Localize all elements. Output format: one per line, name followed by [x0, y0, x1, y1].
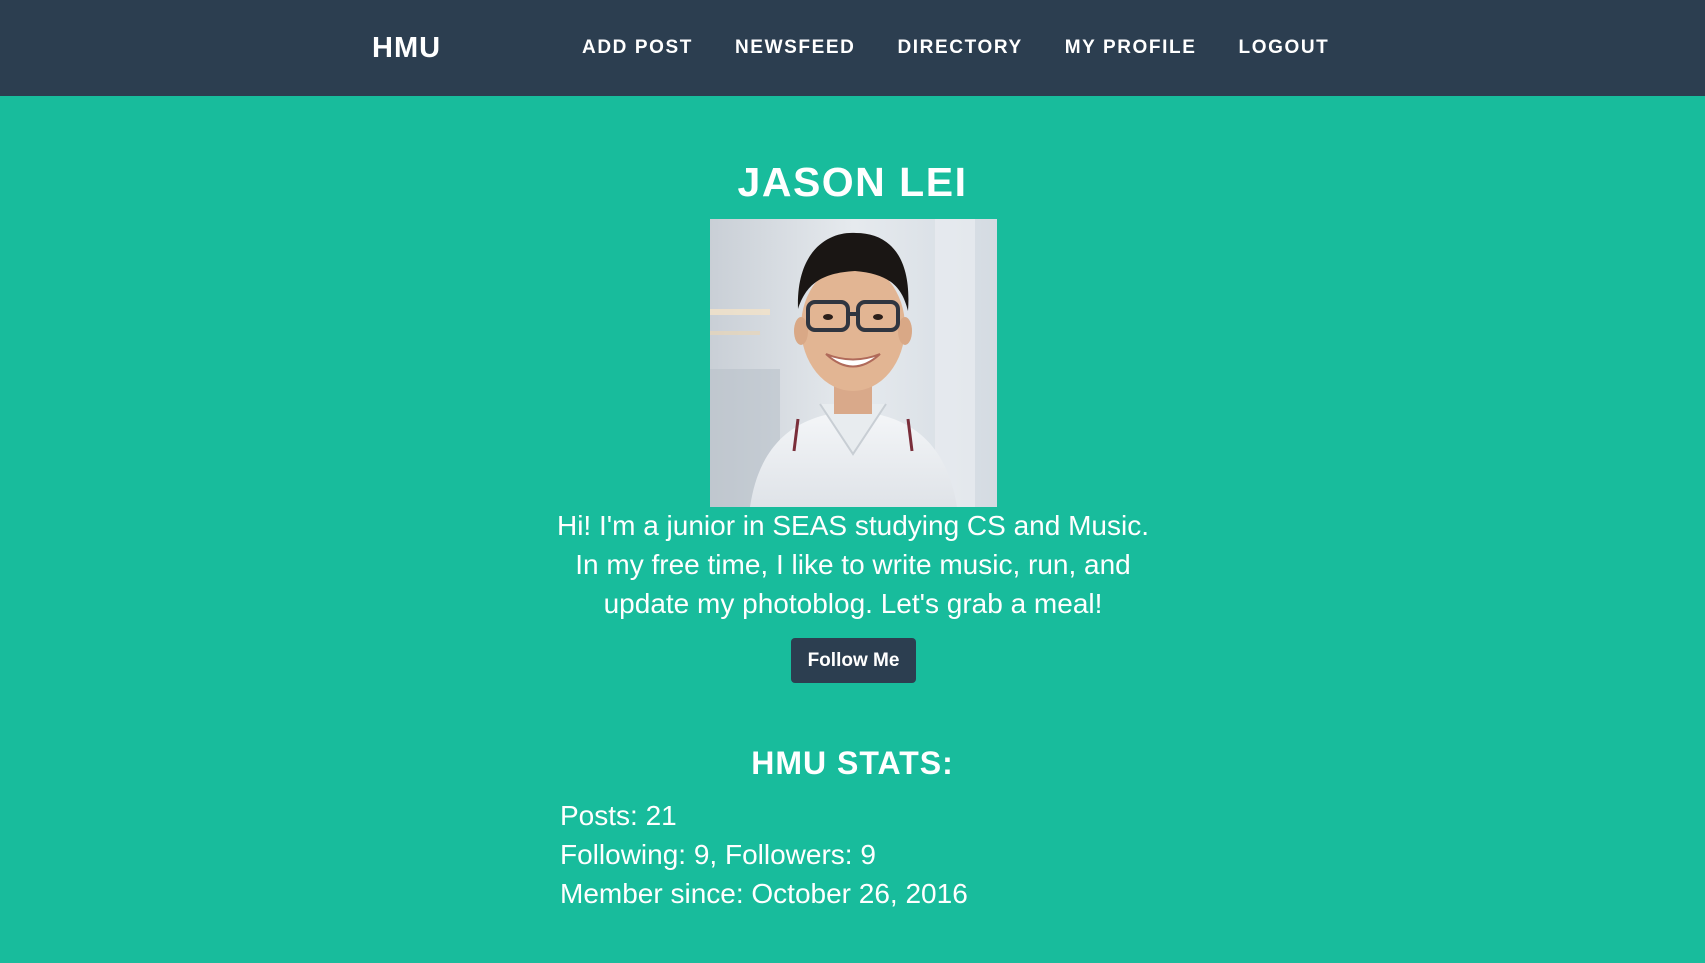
- profile-page: JASON LEI Hi! I'm a junior in SEAS study…: [0, 96, 1705, 963]
- nav-item-add-post[interactable]: ADD POST: [582, 36, 693, 60]
- brand-logo-link[interactable]: HMU: [372, 30, 441, 66]
- stats-list: Posts: 21 Following: 9, Followers: 9 Mem…: [560, 796, 968, 913]
- profile-photo: [710, 219, 997, 507]
- avatar: [710, 219, 997, 507]
- nav-item-newsfeed[interactable]: NEWSFEED: [735, 36, 855, 60]
- stat-posts: Posts: 21: [560, 800, 677, 831]
- nav-item-logout[interactable]: LOGOUT: [1239, 36, 1330, 60]
- nav-item-directory[interactable]: DIRECTORY: [897, 36, 1022, 60]
- stats-heading: HMU STATS:: [751, 745, 954, 781]
- stat-member-since: Member since: October 26, 2016: [560, 878, 968, 909]
- stat-follow-counts: Following: 9, Followers: 9: [560, 839, 876, 870]
- follow-button[interactable]: Follow Me: [791, 638, 916, 683]
- nav-item-my-profile[interactable]: MY PROFILE: [1065, 36, 1197, 60]
- profile-name: JASON LEI: [737, 159, 968, 205]
- profile-bio: Hi! I'm a junior in SEAS studying CS and…: [556, 510, 1150, 619]
- top-navbar: HMU ADD POST NEWSFEED DIRECTORY MY PROFI…: [0, 0, 1705, 96]
- nav-menu: ADD POST NEWSFEED DIRECTORY MY PROFILE L…: [582, 36, 1371, 60]
